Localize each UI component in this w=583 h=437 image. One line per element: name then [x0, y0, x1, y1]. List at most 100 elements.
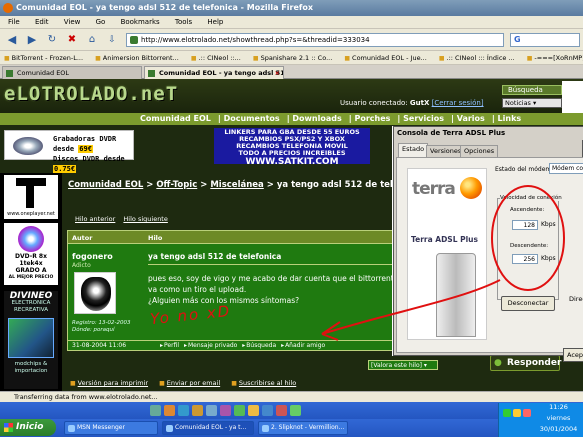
- modem-icon: [436, 253, 476, 337]
- banner-text: Discos DVDR desde: [53, 155, 125, 163]
- google-search-icon: G: [514, 35, 521, 44]
- site-search-button[interactable]: Búsqueda: [502, 85, 562, 95]
- tab-estado[interactable]: Estado: [398, 143, 429, 157]
- author-registered: Registro: 13-02-2003: [72, 320, 131, 326]
- add-friend-link[interactable]: Añadir amigo: [281, 342, 325, 349]
- menu-file[interactable]: File: [8, 18, 20, 26]
- username: GutX: [409, 99, 430, 107]
- address-bar[interactable]: http://www.elotrolado.net/showthread.php…: [126, 33, 504, 47]
- bookmark-item[interactable]: Animersion Bittorrent...: [95, 54, 179, 62]
- post-divider: [148, 264, 392, 265]
- reload-icon[interactable]: ↻: [44, 32, 60, 48]
- bookmark-item[interactable]: .:: CINeol ::...: [191, 54, 241, 62]
- print-version-link[interactable]: Versión para imprimir: [70, 379, 148, 387]
- window-title: Comunidad EOL - ya tengo adsl 512 de tel…: [16, 3, 314, 12]
- quicklaunch-icon[interactable]: [276, 405, 287, 416]
- nav-porches[interactable]: Porches: [354, 114, 390, 123]
- window-title-bar: Comunidad EOL - ya tengo adsl 512 de tel…: [0, 0, 583, 16]
- task-winamp[interactable]: 2. Slipknot - Vermillion...: [258, 421, 348, 435]
- back-icon[interactable]: ◀: [4, 32, 20, 48]
- rate-thread-value: [Valora este hilo]: [371, 362, 422, 369]
- ok-button[interactable]: Acepta: [563, 348, 583, 362]
- email-thread-link[interactable]: Enviar por email: [159, 379, 220, 387]
- news-select[interactable]: Noticias ▾: [502, 98, 562, 108]
- tab-comunidad-eol[interactable]: Comunidad EOL: [2, 66, 142, 79]
- nav-servicios[interactable]: Servicios: [403, 114, 444, 123]
- rate-thread-select[interactable]: [Valora este hilo] ▾: [368, 360, 438, 370]
- site-logo[interactable]: eLOTROLADO.neT: [4, 83, 178, 105]
- tray-icon[interactable]: [503, 409, 511, 417]
- author-location: Dónde: poraquí: [72, 327, 115, 333]
- address-url: http://www.elotrolado.net/showthread.php…: [141, 36, 370, 44]
- nav-comunidad[interactable]: Comunidad EOL: [140, 114, 211, 123]
- menu-go[interactable]: Go: [96, 18, 106, 26]
- nav-documentos[interactable]: Documentos: [224, 114, 280, 123]
- quicklaunch-icon[interactable]: [164, 405, 175, 416]
- nav-links[interactable]: Links: [498, 114, 522, 123]
- task-firefox[interactable]: Comunidad EOL - ya t...: [162, 421, 254, 435]
- ad-title: DIVINEO: [9, 291, 53, 301]
- quicklaunch-icon[interactable]: [234, 405, 245, 416]
- nav-varios[interactable]: Varios: [457, 114, 485, 123]
- home-icon[interactable]: ⌂: [84, 32, 100, 48]
- next-thread-link[interactable]: Hilo siguiente: [123, 215, 167, 223]
- quicklaunch-icon[interactable]: [248, 405, 259, 416]
- bookmark-item[interactable]: .:: CINeol ::: Índice ...: [439, 54, 515, 62]
- clock[interactable]: 11:26 viernes 30/01/2004: [534, 402, 583, 435]
- ad-small: AL MEJOR PRECIO: [8, 275, 54, 280]
- search-bar[interactable]: G: [510, 33, 580, 47]
- task-msn[interactable]: MSN Messenger: [64, 421, 158, 435]
- post-text: pues eso, soy de vigo y me acabo de dar …: [148, 274, 394, 294]
- dvdr-banner[interactable]: Grabadoras DVDR desde 69€ Discos DVDR de…: [4, 130, 134, 173]
- disconnect-button[interactable]: Desconectar: [501, 296, 555, 311]
- search-posts-link[interactable]: Búsqueda: [242, 342, 276, 349]
- avatar: [74, 272, 116, 314]
- bookmark-item[interactable]: -===[XoRnMP]===- es...: [527, 54, 583, 62]
- tray-icon[interactable]: [513, 409, 521, 417]
- nav-downloads[interactable]: Downloads: [292, 114, 341, 123]
- quicklaunch-icon[interactable]: [192, 405, 203, 416]
- menu-edit[interactable]: Edit: [35, 18, 49, 26]
- quicklaunch-icon[interactable]: [290, 405, 301, 416]
- bookmark-item[interactable]: BitTorrent - Frozen-L...: [4, 54, 83, 62]
- prev-thread-link[interactable]: Hilo anterior: [75, 215, 115, 223]
- quicklaunch-icon[interactable]: [206, 405, 217, 416]
- reply-button[interactable]: Responder: [490, 355, 561, 371]
- start-button[interactable]: Inicio: [0, 419, 56, 436]
- thread-navigation: Hilo anterior Hilo siguiente: [75, 215, 174, 223]
- satkit-banner[interactable]: LINKERS PARA GBA DESDE 55 EUROS RECAMBIO…: [214, 128, 370, 167]
- clock-date: 30/01/2004: [539, 425, 578, 433]
- menu-tools[interactable]: Tools: [175, 18, 192, 26]
- breadcrumb-sep: >: [200, 180, 208, 190]
- stop-icon[interactable]: ✖: [64, 32, 80, 48]
- post-author[interactable]: fogonero: [72, 252, 113, 261]
- breadcrumb-comunidad[interactable]: Comunidad EOL: [68, 180, 143, 190]
- menu-view[interactable]: View: [64, 18, 81, 26]
- quicklaunch-icon[interactable]: [262, 405, 273, 416]
- breadcrumb-miscelanea[interactable]: Miscelánea: [210, 180, 263, 190]
- subscribe-thread-link[interactable]: Suscribirse al hilo: [231, 379, 296, 387]
- upstream-value: 128: [512, 220, 538, 230]
- breadcrumb-offtopic[interactable]: Off-Topic: [156, 180, 197, 190]
- profile-link[interactable]: Perfil: [160, 342, 179, 349]
- divineo-ad[interactable]: DIVINEO ELECTRONICA RECREATIVA modchips …: [4, 291, 58, 389]
- private-message-link[interactable]: Mensaje privado: [184, 342, 237, 349]
- tab-opciones[interactable]: Opciones: [460, 145, 499, 157]
- download-icon[interactable]: ⇩: [104, 32, 120, 48]
- bookmark-item[interactable]: Comunidad EOL - Jue...: [344, 54, 426, 62]
- logout-link[interactable]: [Cerrar sesión]: [432, 99, 484, 107]
- close-tab-icon[interactable]: ×: [275, 67, 280, 79]
- tab-thread[interactable]: Comunidad EOL - ya tengo adsl 512 d...×: [144, 66, 284, 79]
- menu-bookmarks[interactable]: Bookmarks: [121, 18, 160, 26]
- bookmark-item[interactable]: Spanishare 2.1 :: Co...: [253, 54, 332, 62]
- tray-icon[interactable]: [523, 409, 531, 417]
- menu-help[interactable]: Help: [207, 18, 223, 26]
- quicklaunch-icon[interactable]: [150, 405, 161, 416]
- quicklaunch-icon[interactable]: [178, 405, 189, 416]
- quicklaunch-icon[interactable]: [220, 405, 231, 416]
- upstream-unit: Kbps: [541, 221, 556, 228]
- forward-icon[interactable]: ▶: [24, 32, 40, 48]
- dvdr-ad[interactable]: DVD-R 8x 1tek4x GRADO A AL MEJOR PRECIO: [4, 223, 58, 285]
- breadcrumb: Comunidad EOL > Off-Topic > Miscelánea >…: [68, 180, 428, 190]
- oneplayer-ad[interactable]: www.oneplayer.net: [4, 175, 58, 219]
